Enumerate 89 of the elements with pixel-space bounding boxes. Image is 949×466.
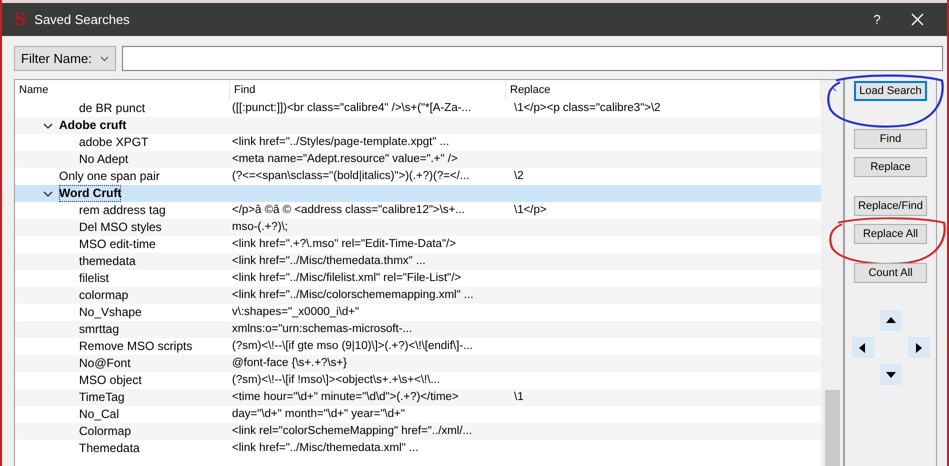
- tree-row[interactable]: filelist <link href="../Misc/filelist.xml" rel="File-List"/>: [15, 270, 821, 287]
- move-button[interactable]: [880, 310, 902, 331]
- search-name: smrttag: [79, 321, 120, 338]
- find-pattern: @font-face {\s+.+?\s+}: [232, 357, 347, 369]
- filter-dropdown[interactable]: Filter Name:: [14, 46, 116, 71]
- expand-chevron-icon[interactable]: [43, 120, 53, 130]
- scrollbar-thumb[interactable]: [824, 390, 840, 466]
- tree-row[interactable]: Adobe cruft: [15, 117, 821, 134]
- find-pattern: <link href=".+?\.mso" rel="Edit-Time-Data"/>: [232, 238, 456, 250]
- close-icon: [910, 13, 924, 26]
- tree-row[interactable]: MSO edit-time <link href=".+?\.mso" rel="Edit-Time-Data"/>: [15, 236, 821, 253]
- action-button[interactable]: Load Search: [854, 81, 927, 101]
- expand-chevron-icon[interactable]: [43, 188, 53, 198]
- tree-row[interactable]: rem address tag </p>â ©â © <address class="calibre12">\s+... \1</p>: [15, 202, 821, 219]
- replace-pattern: \1</p>: [514, 204, 547, 216]
- tree-row[interactable]: TimeTag <time hour="\d+" minute="\d\d">(.+?)</time> \1: [15, 389, 821, 406]
- find-pattern: day="\d+" month="\d+" year="\d+": [232, 408, 405, 420]
- search-name: adobe XPGT: [79, 134, 148, 151]
- find-pattern: v\:shapes="_x0000_i\d+": [232, 306, 360, 318]
- chevron-down-icon: [100, 56, 109, 62]
- replace-pattern: \1</p><p class="calibre3">\2: [514, 102, 661, 114]
- action-button[interactable]: Replace All: [854, 224, 927, 244]
- search-name: Colormap: [79, 423, 132, 440]
- column-header[interactable]: Name: [15, 80, 230, 100]
- search-name: TimeTag: [79, 389, 125, 406]
- find-pattern: <link rel="colorSchemeMapping" href="../xml/...: [232, 425, 472, 437]
- move-button[interactable]: [908, 337, 930, 358]
- tree-row[interactable]: Colormap <link rel="colorSchemeMapping" href="../xml/...: [15, 423, 821, 440]
- tree-row[interactable]: No_Cal day="\d+" month="\d+" year="\d+": [15, 406, 821, 423]
- search-name: rem address tag: [79, 202, 166, 219]
- find-pattern: (?sm)<\!--\[if gte mso (9|10)\]>(.+?)<\!\[endif\]-...: [232, 340, 473, 352]
- search-name: No@Font: [79, 355, 131, 372]
- action-button[interactable]: Replace/Find: [854, 196, 927, 216]
- find-pattern: <link href="../Misc/themedata.xml" ...: [232, 442, 418, 454]
- window-title: Saved Searches: [34, 12, 130, 27]
- find-pattern: </p>â ©â © <address class="calibre12">\s+...: [232, 204, 465, 216]
- move-button[interactable]: [852, 337, 874, 358]
- tree-row[interactable]: Del MSO styles mso-(.+?)\;: [15, 219, 821, 236]
- find-pattern: ([[:punct:]])<br class="calibre4" />\s+("*[A-Za-...: [232, 102, 472, 114]
- tree-row[interactable]: No_Vshape v\:shapes="_x0000_i\d+": [15, 304, 821, 321]
- tree-row[interactable]: Word Cruft: [15, 185, 821, 202]
- tree-row[interactable]: adobe XPGT <link href="../Styles/page-template.xpgt" ...: [15, 134, 821, 151]
- search-name: Del MSO styles: [79, 219, 162, 236]
- filter-field[interactable]: [122, 46, 943, 71]
- tree-row[interactable]: Only one span pair (?<=<span\sclass="(bold|italics)">)(.+?)(?=</... \2: [15, 168, 821, 185]
- find-pattern: <link href="../Styles/page-template.xpgt" ...: [232, 136, 450, 148]
- tree-row[interactable]: Remove MSO scripts (?sm)<\!--\[if gte mso (9|10)\]>(.+?)<\!\[endif\]-...: [15, 338, 821, 355]
- find-pattern: (?sm)<\!--\[if !mso\]><object\s+.+\s+<\!\...: [232, 374, 440, 386]
- search-name: de BR punct: [79, 100, 146, 117]
- search-name: Adobe cruft: [59, 117, 126, 134]
- tree-row[interactable]: Themedata <link href="../Misc/themedata.xml" ...: [15, 440, 821, 457]
- replace-pattern: \2: [514, 170, 524, 182]
- search-name: No_Vshape: [79, 304, 142, 321]
- move-button[interactable]: [880, 364, 902, 385]
- scroll-up-icon[interactable]: [828, 86, 836, 92]
- column-header[interactable]: Find: [230, 80, 506, 100]
- tree-row[interactable]: smrttag xmlns:o="urn:schemas-microsoft-...: [15, 321, 821, 338]
- search-name: Word Cruft: [59, 185, 122, 202]
- action-button[interactable]: Find: [854, 129, 927, 149]
- find-pattern: (?<=<span\sclass="(bold|italics)">)(.+?)(?=</...: [232, 170, 470, 182]
- find-pattern: <time hour="\d+" minute="\d\d">(.+?)</time>: [232, 391, 459, 403]
- find-pattern: xmlns:o="urn:schemas-microsoft-...: [232, 323, 412, 335]
- help-button[interactable]: ?: [857, 4, 897, 34]
- tree-row[interactable]: colormap <link href="../Misc/colorschememapping.xml" ...: [15, 287, 821, 304]
- tree-row[interactable]: No Adept <meta name="Adept.resource" value=".+" />: [15, 151, 821, 168]
- find-pattern: <meta name="Adept.resource" value=".+" />: [232, 153, 458, 165]
- search-name: Themedata: [79, 440, 140, 457]
- vertical-scrollbar[interactable]: [821, 80, 843, 466]
- search-name: Remove MSO scripts: [79, 338, 192, 355]
- search-name: MSO object: [79, 372, 142, 389]
- tree-row[interactable]: MSO object (?sm)<\!--\[if !mso\]><object\s+.+\s+<\!\...: [15, 372, 821, 389]
- find-pattern: <link href="../Misc/filelist.xml" rel="File-List"/>: [232, 272, 462, 284]
- tree-row[interactable]: No@Font @font-face {\s+.+?\s+}: [15, 355, 821, 372]
- find-pattern: <link href="../Misc/themedata.thmx" ...: [232, 255, 426, 267]
- action-button[interactable]: Count All: [854, 263, 927, 283]
- search-name: themedata: [79, 253, 136, 270]
- app-logo: S: [14, 10, 26, 30]
- search-name: colormap: [79, 287, 128, 304]
- search-name: Only one span pair: [59, 168, 160, 185]
- replace-pattern: \1: [514, 391, 524, 403]
- search-name: No Adept: [79, 151, 128, 168]
- search-name: filelist: [79, 270, 110, 287]
- search-name: MSO edit-time: [79, 236, 156, 253]
- find-pattern: mso-(.+?)\;: [232, 221, 288, 233]
- find-pattern: <link href="../Misc/colorschememapping.xml" ...: [232, 289, 474, 301]
- search-name: No_Cal: [79, 406, 120, 423]
- tree-row[interactable]: de BR punct ([[:punct:]])<br class="calibre4" />\s+("*[A-Za-... \1</p><p class="calibre3">\2: [15, 100, 821, 117]
- action-button[interactable]: Replace: [854, 157, 927, 177]
- tree-row[interactable]: themedata <link href="../Misc/themedata.thmx" ...: [15, 253, 821, 270]
